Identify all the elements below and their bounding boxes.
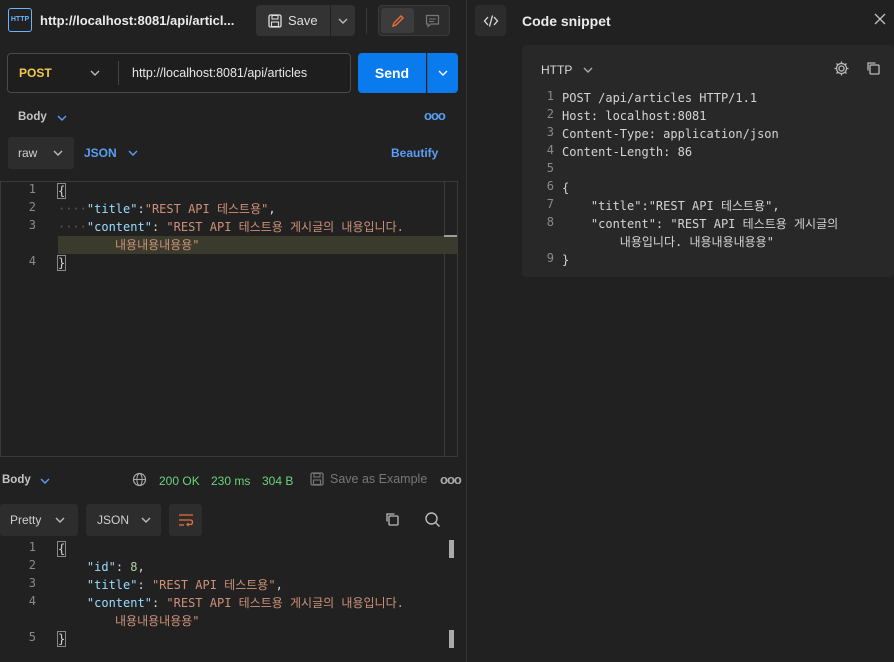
pencil-icon	[391, 14, 404, 27]
line-number: 4	[28, 594, 36, 608]
save-icon	[310, 472, 324, 486]
send-button[interactable]: Send	[358, 53, 426, 93]
chevron-down-icon	[338, 18, 348, 24]
chevron-down-icon[interactable]	[583, 61, 593, 76]
line-number: 4	[546, 143, 554, 157]
snippet-line: "content": "REST API 테스트용 게시글의	[562, 217, 839, 231]
save-button[interactable]: Save	[256, 5, 330, 36]
response-size[interactable]: 304 B	[262, 474, 293, 488]
line-number: 1	[28, 182, 36, 196]
response-scrollbar-thumb[interactable]	[449, 630, 454, 648]
wrap-lines-icon	[178, 514, 193, 527]
code-line-wrap: 내용내용내용용"	[115, 238, 200, 252]
response-code-line: "content": "REST API 테스트용 게시글의 내용입니다.	[86, 596, 404, 610]
editor-scrollbar[interactable]	[444, 182, 445, 456]
code-line: ····"content": "REST API 테스트용 게시글의 내용입니다…	[58, 220, 404, 234]
body-mode-select[interactable]: raw	[8, 137, 74, 169]
snippet-line-wrap: 내용입니다. 내용내용내용용"	[562, 235, 774, 249]
line-number: 8	[546, 215, 554, 229]
response-body-label[interactable]: Body	[2, 474, 31, 486]
save-label: Save	[288, 13, 318, 28]
edit-mode-button[interactable]	[381, 8, 414, 33]
gear-icon[interactable]	[833, 60, 850, 80]
chevron-down-icon	[55, 517, 65, 523]
code-line: {	[56, 183, 67, 199]
code-line: ····"title":"REST API 테스트용",	[58, 202, 276, 216]
body-mode-label: raw	[18, 146, 38, 160]
code-line: }	[56, 255, 67, 271]
line-number: 1	[28, 540, 36, 554]
globe-icon[interactable]	[132, 472, 147, 490]
response-code-line: "title": "REST API 테스트용",	[86, 578, 283, 592]
save-as-example-label: Save as Example	[330, 472, 428, 486]
scroll-position-marker	[444, 235, 457, 237]
response-code-line: {	[56, 541, 67, 557]
response-code-line-wrap: 내용내용내용용"	[115, 614, 200, 628]
body-language-select[interactable]: JSON	[84, 146, 117, 160]
line-number: 4	[28, 254, 36, 268]
comments-button[interactable]	[417, 8, 447, 33]
more-options-icon[interactable]: ooo	[424, 108, 446, 123]
line-number: 3	[28, 218, 36, 232]
line-number: 2	[546, 107, 554, 121]
chevron-down-icon[interactable]	[40, 472, 50, 487]
snippet-line: Content-Type: application/json	[562, 127, 779, 141]
response-language-select[interactable]: JSON	[86, 504, 161, 536]
line-number: 7	[546, 197, 554, 211]
chevron-down-icon	[53, 150, 63, 156]
chevron-down-icon[interactable]	[57, 109, 67, 124]
code-snippet-pane: Code snippet HTTP 1 2 3 4 5 6 7 8 9 POST…	[467, 0, 894, 662]
snippet-line: {	[562, 181, 570, 195]
response-language-label: JSON	[97, 513, 130, 527]
copy-icon[interactable]	[384, 511, 400, 530]
chevron-down-icon	[141, 517, 151, 523]
save-as-example-button[interactable]: Save as Example	[310, 472, 427, 486]
snippet-line: "title":"REST API 테스트용",	[562, 199, 780, 213]
body-section-label[interactable]: Body	[18, 111, 47, 123]
copy-icon[interactable]	[865, 60, 881, 79]
url-divider	[118, 61, 119, 85]
more-options-icon[interactable]: ooo	[440, 472, 462, 487]
request-title[interactable]: http://localhost:8081/api/articl...	[40, 13, 240, 28]
save-icon	[268, 13, 282, 28]
chevron-down-icon[interactable]	[90, 64, 100, 79]
response-scrollbar-thumb[interactable]	[449, 540, 454, 558]
response-view-label: Pretty	[10, 513, 42, 527]
toolbar-divider	[366, 8, 367, 34]
request-pane: HTTP http://localhost:8081/api/articl...…	[0, 0, 466, 662]
response-code-line: "id": 8,	[86, 560, 145, 574]
http-method-select[interactable]: POST	[19, 66, 52, 80]
wrap-lines-button[interactable]	[169, 504, 202, 536]
chevron-down-icon[interactable]	[128, 144, 138, 159]
response-time[interactable]: 230 ms	[211, 474, 250, 488]
snippet-line: Host: localhost:8081	[562, 109, 707, 123]
response-view-select[interactable]: Pretty	[0, 504, 78, 536]
line-number: 5	[546, 161, 554, 175]
response-code-line: }	[56, 631, 67, 647]
line-number: 9	[546, 251, 554, 265]
comment-icon	[425, 14, 439, 28]
send-options-dropdown[interactable]	[427, 53, 458, 93]
panel-title: Code snippet	[522, 13, 611, 29]
snippet-language-select[interactable]: HTTP	[541, 63, 572, 77]
line-number: 1	[546, 89, 554, 103]
line-number: 2	[28, 558, 36, 572]
snippet-line: POST /api/articles HTTP/1.1	[562, 91, 758, 105]
snippet-line: }	[562, 253, 570, 267]
snippet-line: Content-Length: 86	[562, 145, 693, 159]
line-number: 2	[28, 200, 36, 214]
close-icon[interactable]	[874, 12, 886, 30]
line-number: 6	[546, 179, 554, 193]
search-icon[interactable]	[424, 511, 441, 531]
status-badge[interactable]: 200 OK	[159, 474, 200, 488]
beautify-button[interactable]: Beautify	[391, 146, 438, 160]
save-options-dropdown[interactable]	[331, 5, 355, 36]
chevron-down-icon	[438, 70, 448, 76]
line-number: 5	[28, 630, 36, 644]
url-input[interactable]: http://localhost:8081/api/articles	[132, 66, 307, 80]
http-request-icon: HTTP	[8, 8, 32, 32]
code-icon[interactable]	[475, 5, 506, 36]
line-number: 3	[546, 125, 554, 139]
line-number: 3	[28, 576, 36, 590]
